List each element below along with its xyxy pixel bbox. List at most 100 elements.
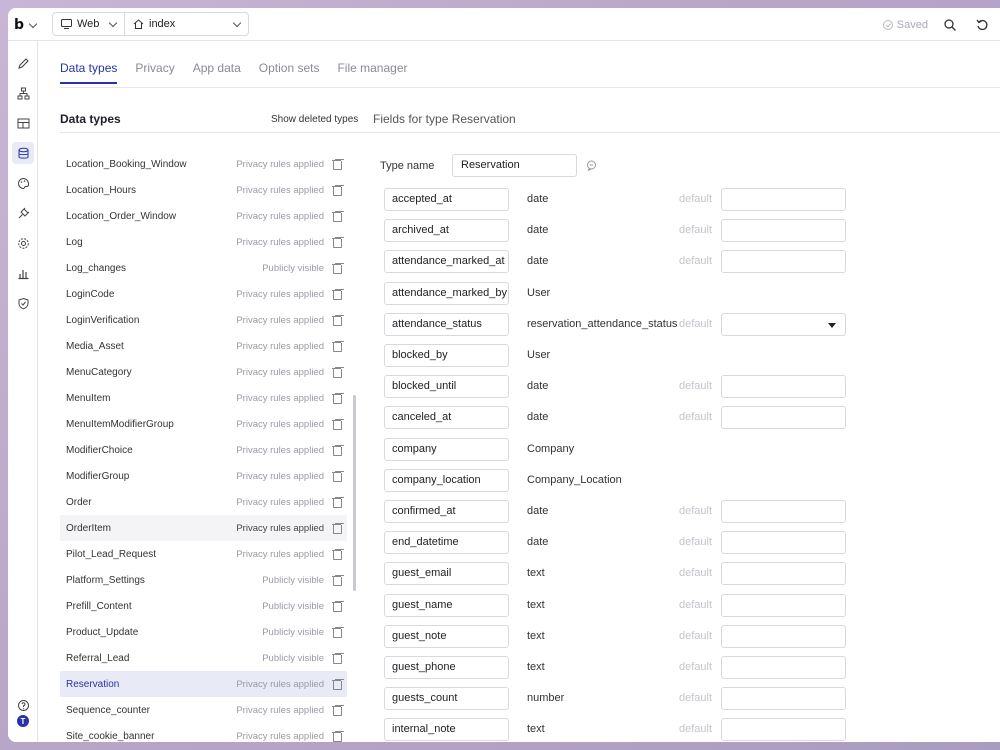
data-type-row[interactable]: Prefill_Content Publicly visible [60,593,347,619]
data-type-row[interactable]: Site_cookie_banner Privacy rules applied [60,723,347,742]
comment-icon[interactable] [586,160,597,171]
default-value-input[interactable] [721,406,846,430]
trash-icon[interactable] [332,367,342,378]
data-type-row[interactable]: Location_Hours Privacy rules applied [60,177,347,203]
field-name-input[interactable]: blocked_by [384,344,509,367]
trash-icon[interactable] [332,679,342,690]
tab-app-data[interactable]: App data [193,60,241,84]
trash-icon[interactable] [332,575,342,586]
data-type-row[interactable]: OrderItem Privacy rules applied [60,515,347,541]
default-value-input[interactable] [721,500,846,523]
type-name-input[interactable]: Reservation [452,154,577,177]
field-name-input[interactable]: attendance_marked_by [384,281,509,305]
trash-icon[interactable] [332,263,342,274]
default-value-input[interactable] [721,687,846,711]
data-type-row[interactable]: Location_Order_Window Privacy rules appli… [60,203,347,229]
trash-icon[interactable] [332,393,342,404]
data-type-row[interactable]: Reservation Privacy rules applied [60,671,347,697]
field-name-input[interactable]: confirmed_at [384,500,509,523]
tab-privacy[interactable]: Privacy [135,60,174,84]
data-type-row[interactable]: Referral_Lead Publicly visible [60,645,347,671]
default-value-input[interactable] [721,718,846,742]
field-name-input[interactable]: company [384,437,509,461]
data-type-row[interactable]: MenuItemModifierGroup Privacy rules appli… [60,411,347,437]
trash-icon[interactable] [332,445,342,456]
field-name-input[interactable]: attendance_marked_at [384,250,509,274]
default-value-input[interactable] [721,188,846,211]
trash-icon[interactable] [332,523,342,534]
rail-plugins[interactable] [12,202,34,224]
default-value-select[interactable] [721,312,846,336]
trash-icon[interactable] [332,289,342,300]
trash-icon[interactable] [332,419,342,430]
trash-icon[interactable] [332,315,342,326]
trash-icon[interactable] [332,601,342,612]
rail-design[interactable] [12,52,34,74]
trash-icon[interactable] [332,653,342,664]
trash-icon[interactable] [332,211,342,222]
data-type-row[interactable]: MenuCategory Privacy rules applied [60,359,347,385]
default-value-input[interactable] [721,375,846,399]
default-value-input[interactable] [721,250,846,274]
field-name-input[interactable]: blocked_until [384,375,509,399]
field-name-input[interactable]: end_datetime [384,531,509,555]
undo-button[interactable] [972,15,992,35]
data-type-row[interactable]: Sequence_counter Privacy rules applied [60,697,347,723]
tab-option-sets[interactable]: Option sets [259,60,320,84]
rail-styles-palette[interactable] [12,172,34,194]
data-type-row[interactable]: ModifierChoice Privacy rules applied [60,437,347,463]
data-type-row[interactable]: Media_Asset Privacy rules applied [60,333,347,359]
types-scrollbar[interactable] [353,395,356,591]
trash-icon[interactable] [332,341,342,352]
data-type-row[interactable]: ModifierGroup Privacy rules applied [60,463,347,489]
field-name-input[interactable]: archived_at [384,219,509,243]
trash-icon[interactable] [332,159,342,170]
trash-icon[interactable] [332,627,342,638]
field-name-input[interactable]: attendance_status [384,312,509,336]
trash-icon[interactable] [332,705,342,716]
field-name-input[interactable]: internal_note [384,718,509,742]
trash-icon[interactable] [332,731,342,742]
data-type-row[interactable]: Order Privacy rules applied [60,489,347,515]
tab-data-types[interactable]: Data types [60,60,118,84]
trash-icon[interactable] [332,237,342,248]
default-value-input[interactable] [721,219,846,243]
data-type-row[interactable]: Location_Booking_Window Privacy rules app… [60,151,347,177]
field-name-input[interactable]: guest_note [384,624,509,648]
trash-icon[interactable] [332,549,342,560]
default-value-input[interactable] [721,562,846,586]
data-type-row[interactable]: MenuItem Privacy rules applied [60,385,347,411]
data-type-row[interactable]: LoginVerification Privacy rules applied [60,307,347,333]
field-name-input[interactable]: guest_email [384,562,509,586]
field-name-input[interactable]: accepted_at [384,188,509,211]
field-name-input[interactable]: guest_name [384,593,509,617]
field-name-input[interactable]: guests_count [384,687,509,711]
page-dropdown[interactable]: index [125,13,248,35]
avatar[interactable]: T [17,715,29,727]
default-value-input[interactable] [721,593,846,617]
rail-settings[interactable] [12,232,34,254]
data-type-row[interactable]: Log Privacy rules applied [60,229,347,255]
show-deleted-types-link[interactable]: Show deleted types [271,114,358,125]
rail-logs[interactable] [12,262,34,284]
rail-help[interactable] [12,694,34,716]
trash-icon[interactable] [332,497,342,508]
rail-styles[interactable] [12,112,34,134]
data-type-row[interactable]: Product_Update Publicly visible [60,619,347,645]
data-type-row[interactable]: Pilot_Lead_Request Privacy rules applied [60,541,347,567]
trash-icon[interactable] [332,185,342,196]
app-menu-button[interactable]: b [14,15,38,35]
rail-data[interactable] [12,142,34,164]
rail-workflow[interactable] [12,82,34,104]
data-type-row[interactable]: Platform_Settings Publicly visible [60,567,347,593]
trash-icon[interactable] [332,471,342,482]
data-type-row[interactable]: LoginCode Privacy rules applied [60,281,347,307]
default-value-input[interactable] [721,656,846,679]
tab-file-manager[interactable]: File manager [337,60,407,84]
field-name-input[interactable]: guest_phone [384,656,509,679]
search-button[interactable] [940,15,960,35]
default-value-input[interactable] [721,531,846,555]
platform-dropdown[interactable]: Web [53,13,125,35]
field-name-input[interactable]: canceled_at [384,406,509,430]
data-type-row[interactable]: Log_changes Publicly visible [60,255,347,281]
